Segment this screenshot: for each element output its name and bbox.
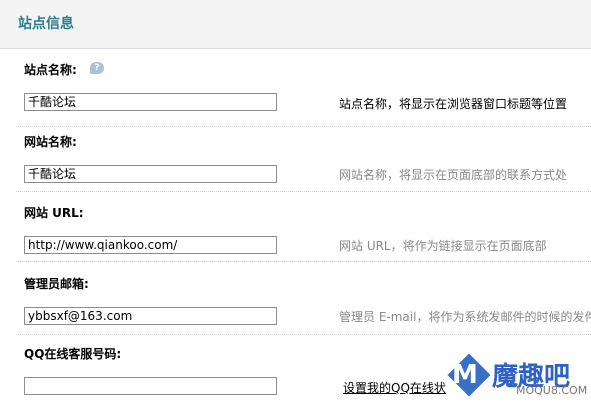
field-row-admin-email: 管理员邮箱: ybbsxf@163.com 管理员 E-mail，将作为系统发邮… (16, 261, 591, 335)
site-name-input[interactable]: 千酷论坛 (24, 93, 277, 111)
field-desc-admin-email: 管理员 E-mail，将作为系统发邮件的时候的发件 (339, 310, 591, 324)
field-row-website-url: 网站 URL: http://www.qiankoo.com/ 网站 URL，将… (16, 191, 591, 262)
field-label-website-name: 网站名称: (24, 135, 77, 149)
field-label-website-url: 网站 URL: (24, 206, 84, 220)
section-header: 站点信息 (0, 0, 591, 49)
field-desc-website-url: 网站 URL，将作为链接显示在页面底部 (339, 239, 547, 253)
qq-status-link[interactable]: 设置我的QQ在线状 (343, 379, 446, 396)
field-desc-site-name: 站点名称，将显示在浏览器窗口标题等位置 (339, 97, 568, 111)
field-label-site-name: 站点名称: (24, 63, 77, 77)
website-url-input[interactable]: http://www.qiankoo.com/ (24, 236, 277, 254)
website-name-input[interactable]: 千酷论坛 (24, 165, 277, 183)
help-bubble-icon[interactable]: ? (90, 62, 104, 74)
field-desc-website-name: 网站名称，将显示在页面底部的联系方式处 (339, 168, 568, 182)
watermark-url: MOQU8.COM (516, 384, 588, 397)
field-row-site-name: 站点名称: ? 千酷论坛 站点名称，将显示在浏览器窗口标题等位置 (16, 50, 591, 127)
field-label-qq-service: QQ在线客服号码: (24, 347, 122, 361)
field-row-website-name: 网站名称: 千酷论坛 网站名称，将显示在页面底部的联系方式处 (16, 126, 591, 192)
section-title: 站点信息 (18, 16, 74, 32)
watermark-logo: M 魔趣吧 MOQU8.COM (446, 352, 591, 406)
field-label-admin-email: 管理员邮箱: (24, 277, 89, 291)
m-letter: M (452, 360, 478, 390)
qq-service-input[interactable] (24, 377, 277, 395)
admin-email-input[interactable]: ybbsxf@163.com (24, 307, 277, 325)
